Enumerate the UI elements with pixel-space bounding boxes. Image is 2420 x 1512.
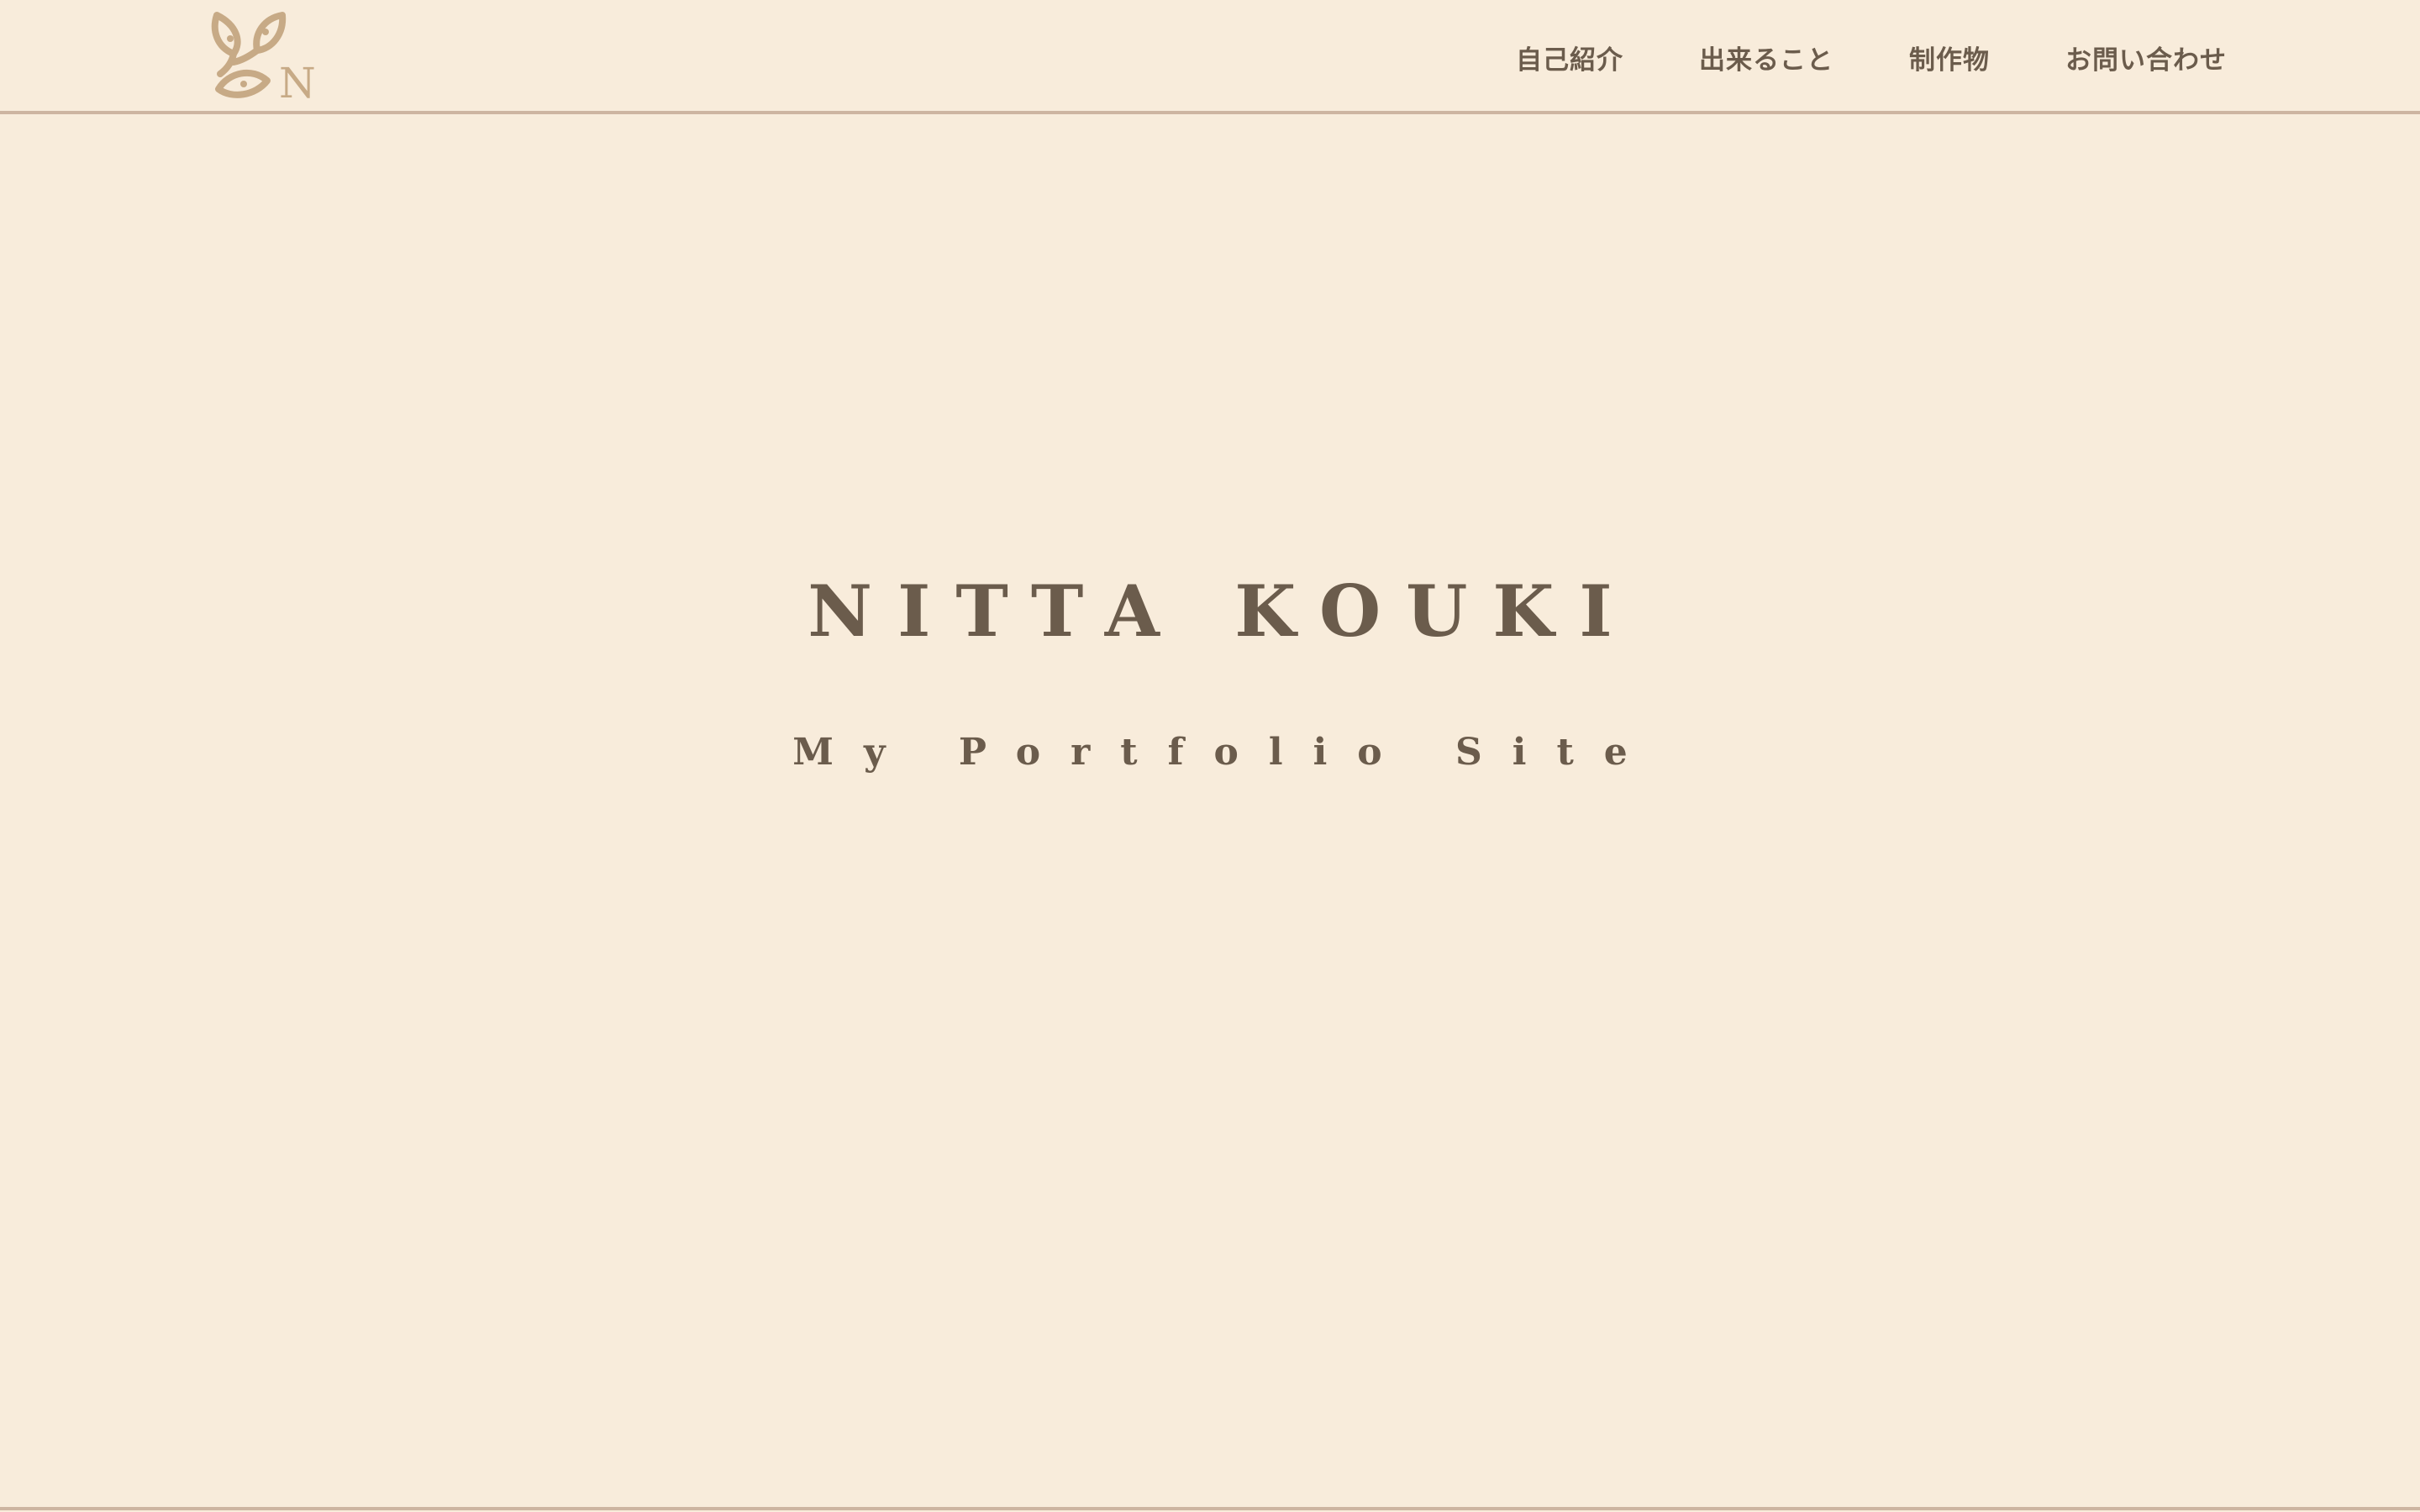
nav-item-works[interactable]: 制作物: [1909, 39, 1990, 76]
hero-title: NITTA KOUKI: [808, 570, 1638, 653]
site-header: N 自己紹介 出来ること 制作物 お問い合わせ: [0, 0, 2420, 114]
nav-item-skills[interactable]: 出来ること: [1699, 39, 1833, 76]
main-nav: 自己紹介 出来ること 制作物 お問い合わせ: [1440, 0, 2227, 114]
section-divider: [0, 1507, 2420, 1510]
hero-subtitle: My Portfolio Site: [792, 731, 1658, 774]
logo-leaf-monogram-icon[interactable]: N: [208, 8, 316, 102]
logo-letter: N: [279, 59, 316, 102]
nav-item-contact[interactable]: お問い合わせ: [2065, 39, 2227, 76]
nav-item-about[interactable]: 自己紹介: [1516, 39, 1623, 76]
